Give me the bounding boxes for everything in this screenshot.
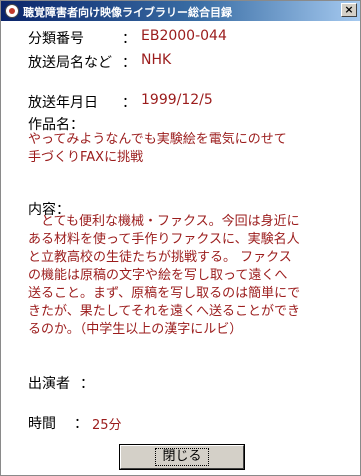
- content-line: きたが、果たしてそれを遠くへ送ることができ: [28, 304, 300, 319]
- work-title-line: 手づくりFAXに挑戦: [28, 150, 144, 165]
- broadcaster-value: NHK: [141, 52, 172, 68]
- content-line: とても便利な機械・ファクス。今回は身近に: [28, 214, 300, 229]
- close-button-label: 閉じる: [155, 448, 209, 466]
- category-number-separator: ：: [122, 31, 136, 47]
- title-close-button[interactable]: ×: [341, 3, 357, 17]
- broadcast-date-value: 1999/12/5: [141, 92, 213, 108]
- category-number-value: EB2000-044: [141, 28, 227, 44]
- duration-separator: ：: [74, 416, 88, 432]
- broadcaster-separator: ：: [122, 55, 136, 71]
- title-bar: 聴覚障害者向け映像ライブラリー総合目録 ×: [1, 1, 360, 21]
- category-number-label: 分類番号: [28, 31, 84, 47]
- content-line: と立教高校の生徒たちが挑戦する。 ファクス: [28, 250, 292, 265]
- broadcast-date-label: 放送年月日: [28, 95, 98, 111]
- broadcast-date-row: 放送年月日 ： 1999/12/5: [28, 92, 348, 112]
- content-line: るのか。（中学生以上の漢字にルビ）: [28, 322, 243, 337]
- content-line: ある材料を使って手作りファクスに、実験名人: [28, 232, 300, 247]
- work-title-line: やってみようなんでも実験絵を電気にのせて: [28, 132, 287, 147]
- duration-value: 25分: [92, 418, 122, 433]
- app-icon: [5, 4, 19, 18]
- library-catalog-window: 聴覚障害者向け映像ライブラリー総合目録 × 分類番号 ： EB2000-044 …: [0, 0, 361, 476]
- content-line: の機能は原稿の文字や絵を写し取って遠くへ: [28, 268, 288, 283]
- performers-separator: ：: [80, 376, 94, 392]
- category-number-row: 分類番号 ： EB2000-044: [28, 28, 348, 48]
- performers-label: 出演者: [28, 376, 70, 392]
- duration-row: 時間 ： 25分: [28, 413, 348, 433]
- work-title-text: やってみようなんでも実験絵を電気にのせて 手づくりFAXに挑戦: [28, 131, 287, 167]
- content-line: 送ること。まず、原稿を写し取るのは簡単にで: [28, 286, 301, 301]
- broadcaster-row: 放送局名など ： NHK: [28, 52, 348, 72]
- performers-row: 出演者 ：: [28, 373, 348, 393]
- content-text: とても便利な機械・ファクス。今回は身近に ある材料を使って手作りファクスに、実験…: [28, 213, 300, 339]
- broadcast-date-separator: ：: [122, 95, 136, 111]
- close-button[interactable]: 閉じる: [120, 445, 244, 469]
- broadcaster-label: 放送局名など: [28, 55, 112, 71]
- window-title: 聴覚障害者向け映像ライブラリー総合目録: [23, 6, 232, 19]
- duration-label: 時間: [28, 416, 56, 432]
